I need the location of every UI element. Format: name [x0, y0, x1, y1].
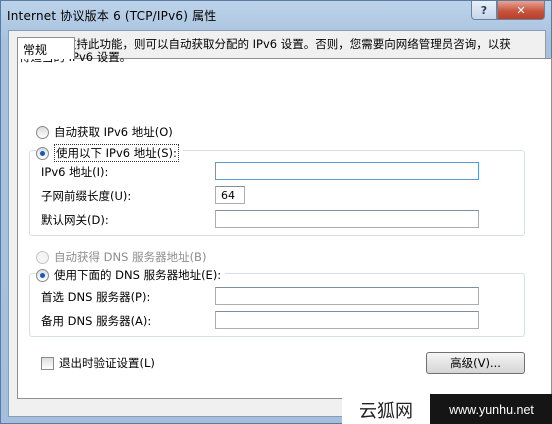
help-icon: ? — [480, 3, 488, 17]
radio-auto-dns-button — [36, 250, 49, 264]
preferred-dns-input[interactable] — [215, 287, 479, 305]
default-gateway-input[interactable] — [215, 210, 479, 228]
radio-auto-dns: 自动获得 DNS 服务器地址(B) — [36, 249, 211, 265]
preferred-dns-label: 首选 DNS 服务器(P): — [41, 290, 151, 304]
ipv6-address-input[interactable] — [215, 162, 479, 180]
advanced-button[interactable]: 高级(V)... — [426, 352, 525, 374]
radio-auto-ipv6-button[interactable] — [36, 125, 49, 139]
default-gateway-label: 默认网关(D): — [41, 213, 109, 227]
radio-manual-ipv6[interactable]: 使用以下 IPv6 地址(S): — [36, 144, 183, 162]
watermark-brand: 云狐网 — [342, 394, 430, 424]
subnet-prefix-input[interactable]: 64 — [215, 186, 245, 204]
advanced-button-label: 高级(V)... — [450, 356, 501, 370]
validate-on-exit[interactable]: 退出时验证设置(L) — [41, 355, 155, 371]
radio-manual-dns[interactable]: 使用下面的 DNS 服务器地址(E): — [36, 267, 226, 283]
validate-on-exit-label: 退出时验证设置(L) — [59, 356, 155, 370]
alternate-dns-label: 备用 DNS 服务器(A): — [41, 314, 152, 328]
close-icon: ✕ — [516, 3, 526, 17]
window-title: Internet 协议版本 6 (TCP/IPv6) 属性 — [7, 9, 217, 23]
help-button[interactable]: ? — [471, 1, 497, 20]
radio-auto-ipv6[interactable]: 自动获取 IPv6 地址(O) — [36, 124, 177, 140]
tab-general-label: 常规 — [23, 43, 48, 57]
alternate-dns-input[interactable] — [215, 311, 479, 329]
close-button[interactable]: ✕ — [497, 1, 545, 20]
radio-manual-dns-label: 使用下面的 DNS 服务器地址(E): — [54, 268, 222, 282]
radio-auto-dns-label: 自动获得 DNS 服务器地址(B) — [54, 250, 207, 264]
tab-general[interactable]: 常规 — [17, 37, 75, 59]
subnet-prefix-label: 子网前缀长度(U): — [41, 189, 132, 203]
radio-manual-ipv6-button[interactable] — [36, 146, 49, 160]
ipv6-address-label: IPv6 地址(I): — [41, 165, 109, 179]
radio-auto-ipv6-label: 自动获取 IPv6 地址(O) — [54, 125, 173, 139]
description-text: 如果网络支持此功能，则可以自动获取分配的 IPv6 设置。否则，您需要向网络管理… — [19, 37, 511, 64]
watermark-url: www.yunhu.net — [430, 394, 552, 424]
radio-manual-dns-button[interactable] — [36, 268, 49, 282]
dialog-window: Internet 协议版本 6 (TCP/IPv6) 属性 ? ✕ 常规 如果网… — [0, 0, 552, 424]
radio-manual-ipv6-label: 使用以下 IPv6 地址(S): — [54, 144, 179, 162]
title-bar[interactable]: Internet 协议版本 6 (TCP/IPv6) 属性 ? ✕ — [1, 1, 551, 29]
watermark: 云狐网 www.yunhu.net — [342, 394, 552, 424]
validate-on-exit-checkbox[interactable] — [41, 356, 54, 370]
